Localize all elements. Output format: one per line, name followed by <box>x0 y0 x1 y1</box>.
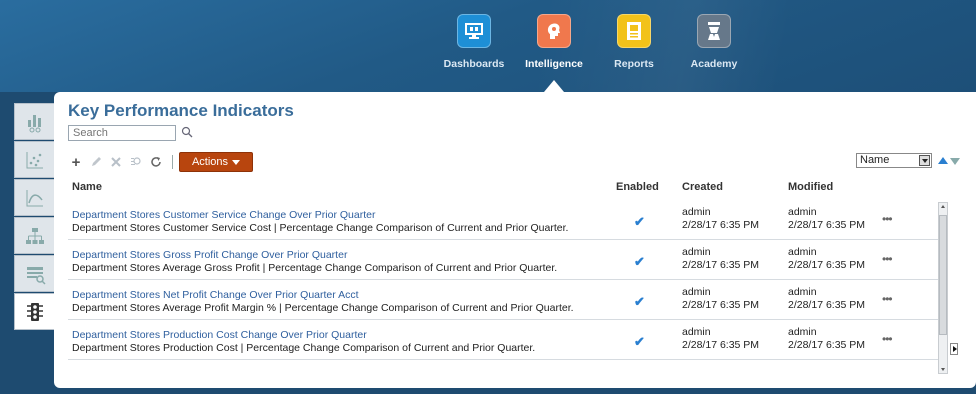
created-date: 2/28/17 6:35 PM <box>682 339 760 351</box>
reports-document-icon <box>617 14 651 48</box>
table-row: Department Stores Gross Profit Change Ov… <box>68 240 938 280</box>
hierarchy-icon <box>25 227 44 244</box>
modified-date: 2/28/17 6:35 PM <box>788 259 866 271</box>
chevron-down-icon <box>232 159 241 165</box>
table-row: Department Stores Production Cost Change… <box>68 320 938 360</box>
created-date: 2/28/17 6:35 PM <box>682 299 760 311</box>
traffic-light-icon <box>26 302 43 321</box>
enabled-check-icon: ✔ <box>634 254 645 269</box>
sidebar-tab-line[interactable] <box>14 179 54 216</box>
more-options-icon[interactable]: ••• <box>882 292 893 306</box>
column-header-enabled[interactable]: Enabled <box>616 181 659 193</box>
sort-field-select[interactable]: Name <box>856 153 932 168</box>
delete-x-icon[interactable] <box>108 154 124 170</box>
top-navigation-bar: Dashboards Intelligence Reports Academy <box>0 0 976 92</box>
more-options-icon[interactable]: ••• <box>882 252 893 266</box>
toolbar-divider <box>172 155 173 169</box>
kpi-name-link[interactable]: Department Stores Customer Service Chang… <box>72 209 375 221</box>
line-curve-icon <box>26 189 43 206</box>
dropdown-arrow-icon[interactable] <box>919 155 930 166</box>
vertical-scrollbar[interactable] <box>938 202 948 374</box>
kpi-panel: Key Performance Indicators + Actions Nam… <box>54 92 976 388</box>
intelligence-head-icon <box>537 14 571 48</box>
scroll-up-icon[interactable] <box>941 205 945 208</box>
column-header-modified[interactable]: Modified <box>788 181 833 193</box>
enabled-check-icon: ✔ <box>634 214 645 229</box>
nav-label: Academy <box>690 58 738 70</box>
actions-label: Actions <box>191 156 229 168</box>
created-date: 2/28/17 6:35 PM <box>682 219 760 231</box>
enabled-check-icon: ✔ <box>634 294 645 309</box>
created-user: admin <box>682 206 711 218</box>
bar-chart-glasses-icon <box>27 114 41 132</box>
scatter-plot-icon <box>26 151 43 168</box>
kpi-description: Department Stores Production Cost | Perc… <box>72 342 536 354</box>
more-options-icon[interactable]: ••• <box>882 332 893 346</box>
modified-user: admin <box>788 246 817 258</box>
kpi-toolbar: + Actions <box>68 152 253 172</box>
modified-date: 2/28/17 6:35 PM <box>788 339 866 351</box>
module-nav: Dashboards Intelligence Reports Academy <box>434 14 754 70</box>
refresh-icon[interactable] <box>148 154 164 170</box>
created-user: admin <box>682 246 711 258</box>
modified-date: 2/28/17 6:35 PM <box>788 299 866 311</box>
table-row: Department Stores Customer Service Chang… <box>68 200 938 240</box>
sidebar-tab-scatter[interactable] <box>14 141 54 178</box>
kpi-description: Department Stores Customer Service Cost … <box>72 222 569 234</box>
nav-reports[interactable]: Reports <box>594 14 674 70</box>
enabled-check-icon: ✔ <box>634 334 645 349</box>
edit-pencil-icon[interactable] <box>88 154 104 170</box>
kpi-name-link[interactable]: Department Stores Net Profit Change Over… <box>72 289 359 301</box>
actions-menu-button[interactable]: Actions <box>179 152 253 172</box>
nav-label: Dashboards <box>443 58 505 70</box>
kpi-name-link[interactable]: Department Stores Production Cost Change… <box>72 329 367 341</box>
column-header-created[interactable]: Created <box>682 181 723 193</box>
more-options-icon[interactable]: ••• <box>882 212 893 226</box>
sort-field-value: Name <box>860 154 890 166</box>
sidebar-tab-table-search[interactable] <box>14 255 54 292</box>
nav-dashboards[interactable]: Dashboards <box>434 14 514 70</box>
sidebar-tab-traffic-light[interactable] <box>14 293 54 330</box>
sidebar-tab-hierarchy[interactable] <box>14 217 54 254</box>
nav-intelligence[interactable]: Intelligence <box>514 14 594 70</box>
modified-user: admin <box>788 286 817 298</box>
scroll-down-icon[interactable] <box>941 368 945 371</box>
sort-ascending-icon[interactable] <box>938 157 948 164</box>
modified-user: admin <box>788 206 817 218</box>
search-icon[interactable] <box>181 126 193 138</box>
dashboards-monitor-icon <box>457 14 491 48</box>
expand-panel-icon[interactable] <box>950 343 958 355</box>
created-date: 2/28/17 6:35 PM <box>682 259 760 271</box>
find-icon[interactable] <box>128 154 144 170</box>
modified-user: admin <box>788 326 817 338</box>
kpi-description: Department Stores Average Gross Profit |… <box>72 262 558 274</box>
scroll-thumb[interactable] <box>939 215 947 335</box>
column-header-name[interactable]: Name <box>72 181 102 193</box>
modified-date: 2/28/17 6:35 PM <box>788 219 866 231</box>
sort-descending-icon[interactable] <box>950 158 960 165</box>
table-row: Department Stores Net Profit Change Over… <box>68 280 938 320</box>
active-nav-indicator <box>544 80 564 92</box>
table-search-icon <box>26 266 46 285</box>
nav-label: Intelligence <box>525 58 583 70</box>
add-icon[interactable]: + <box>68 154 84 171</box>
kpi-list: Department Stores Customer Service Chang… <box>68 200 938 360</box>
kpi-description: Department Stores Average Profit Margin … <box>72 302 574 314</box>
page-title: Key Performance Indicators <box>68 101 294 120</box>
kpi-name-link[interactable]: Department Stores Gross Profit Change Ov… <box>72 249 347 261</box>
nav-label: Reports <box>614 58 654 70</box>
created-user: admin <box>682 286 711 298</box>
search-input[interactable] <box>68 125 176 141</box>
academy-graduate-icon <box>697 14 731 48</box>
created-user: admin <box>682 326 711 338</box>
nav-academy[interactable]: Academy <box>674 14 754 70</box>
sidebar-tab-bar-chart[interactable] <box>14 103 54 140</box>
kpi-sidebar <box>14 103 54 331</box>
